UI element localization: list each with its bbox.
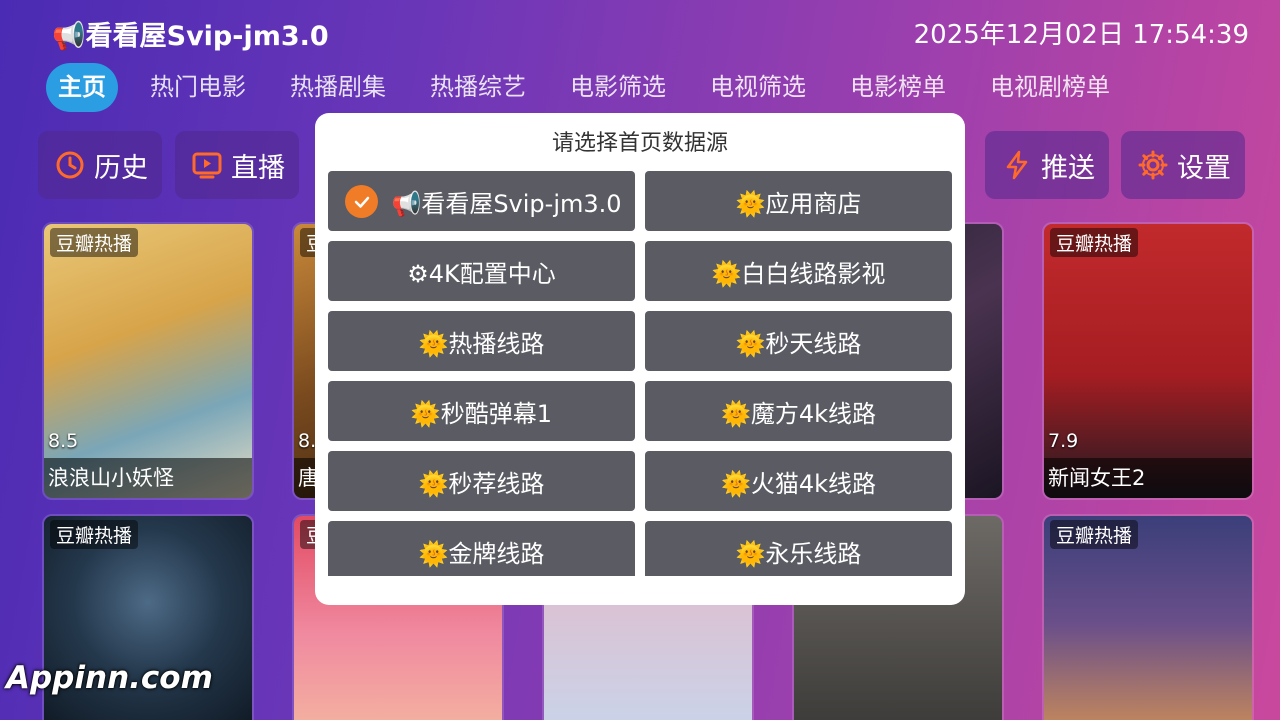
source-label: 🌞永乐线路 [735,539,862,568]
source-option[interactable]: 🌞热播线路 [328,311,635,371]
history-button[interactable]: 历史 [38,131,162,199]
tab-movie-ranking[interactable]: 电影榜单 [838,63,958,112]
history-icon [56,151,84,179]
source-label: 🌞应用商店 [735,189,862,218]
douban-tag: 豆瓣热播 [1050,228,1139,257]
source-option-selected[interactable]: 📢看看屋Svip-jm3.0 [328,171,635,231]
source-label: 🌞秒荐线路 [418,469,545,498]
poster-image [44,224,252,498]
douban-tag: 豆瓣热播 [50,520,139,549]
source-label: 🌞火猫4k线路 [720,469,877,498]
source-label: 🌞金牌线路 [418,539,545,568]
top-bar: 📢看看屋Svip-jm3.0 2025年12月02日 17:54:39 [0,0,1280,62]
source-label: 🌞秒酷弹幕1 [410,399,553,428]
nav-tabs: 主页 热门电影 热播剧集 热播综艺 电影筛选 电视筛选 电影榜单 电视剧榜单 [46,63,1142,112]
dialog-title: 请选择首页数据源 [551,131,728,156]
source-label: 🌞魔方4k线路 [720,399,877,428]
settings-label: 设置 [1177,152,1231,184]
source-option[interactable]: 🌞金牌线路 [328,521,635,576]
source-option[interactable]: 🌞永乐线路 [645,521,952,576]
source-label: ⚙4K配置中心 [407,259,556,288]
source-option[interactable]: 🌞火猫4k线路 [645,451,952,511]
source-label: 🌞秒天线路 [735,329,862,358]
tab-hot-movies[interactable]: 热门电影 [138,63,258,112]
tab-movie-filter[interactable]: 电影筛选 [558,63,678,112]
rating: 7.9 [1048,430,1079,452]
source-label: 🌞白白线路影视 [711,259,886,288]
tab-hot-series[interactable]: 热播剧集 [278,63,398,112]
watermark: Appinn.com [6,660,213,696]
douban-tag: 豆瓣热播 [50,228,139,257]
media-card[interactable]: 豆瓣热播 [1042,514,1254,720]
tv-icon [192,152,222,179]
douban-tag: 豆瓣热播 [1050,520,1139,549]
source-label: 📢看看屋Svip-jm3.0 [391,189,622,218]
media-card[interactable]: 豆瓣热播 7.9 新闻女王2 [1042,222,1254,500]
source-grid: 📢看看屋Svip-jm3.0 🌞应用商店 ⚙4K配置中心 🌞白白线路影视 🌞热播… [328,171,952,576]
clock: 2025年12月02日 17:54:39 [913,20,1249,50]
tab-tv-filter[interactable]: 电视筛选 [698,63,818,112]
source-option[interactable]: 🌞秒酷弹幕1 [328,381,635,441]
source-option[interactable]: 🌞魔方4k线路 [645,381,952,441]
card-title: 浪浪山小妖怪 [44,458,252,498]
push-button[interactable]: 推送 [985,131,1109,199]
source-select-dialog: 请选择首页数据源 📢看看屋Svip-jm3.0 🌞应用商店 ⚙4K配置中心 🌞白… [315,113,965,605]
rating: 8. [298,430,317,452]
source-option[interactable]: 🌞秒荐线路 [328,451,635,511]
app-title: 📢看看屋Svip-jm3.0 [52,21,329,52]
push-label: 推送 [1041,152,1095,184]
poster-image [1044,224,1252,498]
history-label: 历史 [94,152,148,184]
source-option[interactable]: 🌞应用商店 [645,171,952,231]
lightning-icon [1006,150,1028,180]
card-title: 新闻女王2 [1044,458,1252,498]
live-button[interactable]: 直播 [175,131,299,199]
rating: 8.5 [48,430,79,452]
live-label: 直播 [231,152,285,184]
source-option[interactable]: ⚙4K配置中心 [328,241,635,301]
source-option[interactable]: 🌞白白线路影视 [645,241,952,301]
tab-tv-ranking[interactable]: 电视剧榜单 [978,63,1122,112]
source-label: 🌞热播线路 [418,329,545,358]
settings-button[interactable]: 设置 [1121,131,1245,199]
tab-home[interactable]: 主页 [46,63,118,112]
source-option[interactable]: 🌞秒天线路 [645,311,952,371]
tab-hot-variety[interactable]: 热播综艺 [418,63,538,112]
checkmark-icon [345,185,378,218]
media-card[interactable]: 豆瓣热播 8.5 浪浪山小妖怪 [42,222,254,500]
gear-icon [1138,150,1168,180]
